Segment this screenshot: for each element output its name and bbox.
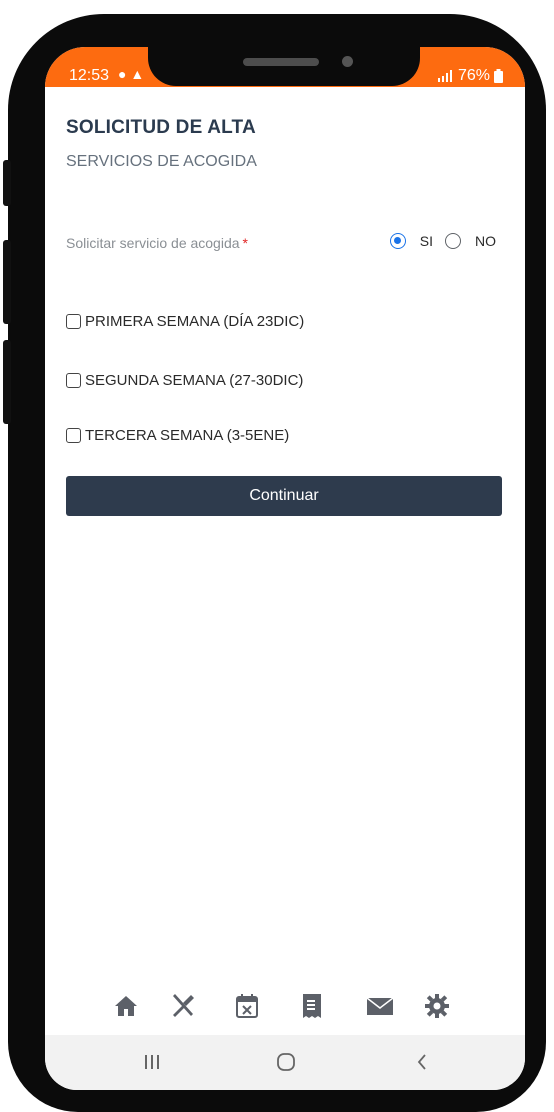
form-header: SOLICITUD DE ALTA SERVICIOS DE ACOGIDA	[66, 117, 506, 171]
radio-si-label[interactable]: SI	[420, 233, 433, 249]
checkbox-row-tercera-semana[interactable]: TERCERA SEMANA (3-5ENE)	[66, 424, 506, 446]
phone-notch	[148, 14, 420, 86]
continue-button[interactable]: Continuar	[66, 476, 502, 516]
power-button	[3, 340, 11, 424]
required-mark: *	[242, 235, 248, 251]
system-navigation-bar	[45, 1035, 525, 1090]
radio-si[interactable]	[389, 233, 406, 249]
checkbox-label[interactable]: TERCERA SEMANA (3-5ENE)	[85, 427, 289, 444]
cutlery-icon[interactable]	[168, 991, 198, 1021]
volume-button	[3, 240, 11, 324]
notification-icons: ● ▲	[118, 66, 145, 82]
status-time: 12:53	[69, 67, 110, 84]
gear-icon[interactable]	[422, 991, 452, 1021]
page-title: SOLICITUD DE ALTA	[66, 117, 256, 138]
calendar-cancel-icon[interactable]	[232, 991, 262, 1021]
mail-icon[interactable]	[365, 991, 395, 1021]
signal-icon	[437, 70, 452, 82]
radio-group: SI NO	[389, 233, 496, 249]
page-subtitle: SERVICIOS DE ACOGIDA	[66, 153, 257, 170]
front-camera	[342, 56, 353, 67]
checkbox-label[interactable]: PRIMERA SEMANA (DÍA 23DIC)	[85, 313, 304, 330]
question-label: Solicitar servicio de acogida *	[66, 235, 248, 251]
checkbox[interactable]	[66, 313, 81, 329]
question-row: Solicitar servicio de acogida * SI NO	[66, 233, 506, 257]
bottom-tab-bar	[45, 987, 525, 1029]
checkbox-label[interactable]: SEGUNDA SEMANA (27-30DIC)	[85, 372, 303, 389]
screen: 12:53 ● ▲ 76% SOLICITUD DE ALTA SERVICIO…	[45, 47, 525, 1090]
radio-no-label[interactable]: NO	[475, 233, 496, 249]
battery-icon	[494, 69, 503, 83]
home-icon[interactable]	[111, 991, 141, 1021]
checkbox-row-segunda-semana[interactable]: SEGUNDA SEMANA (27-30DIC)	[66, 369, 506, 391]
radio-no[interactable]	[445, 233, 461, 249]
battery-percent: 76%	[457, 67, 490, 84]
receipt-icon[interactable]	[297, 991, 327, 1021]
checkbox[interactable]	[66, 372, 81, 388]
checkbox-row-primera-semana[interactable]: PRIMERA SEMANA (DÍA 23DIC)	[66, 310, 506, 332]
volume-button	[3, 160, 11, 206]
recent-apps-icon[interactable]	[137, 1047, 167, 1077]
home-circle-icon[interactable]	[271, 1047, 301, 1077]
speaker-grille	[243, 58, 319, 66]
status-right: 76%	[437, 67, 503, 85]
checkbox[interactable]	[66, 427, 81, 443]
back-icon[interactable]	[407, 1047, 437, 1077]
